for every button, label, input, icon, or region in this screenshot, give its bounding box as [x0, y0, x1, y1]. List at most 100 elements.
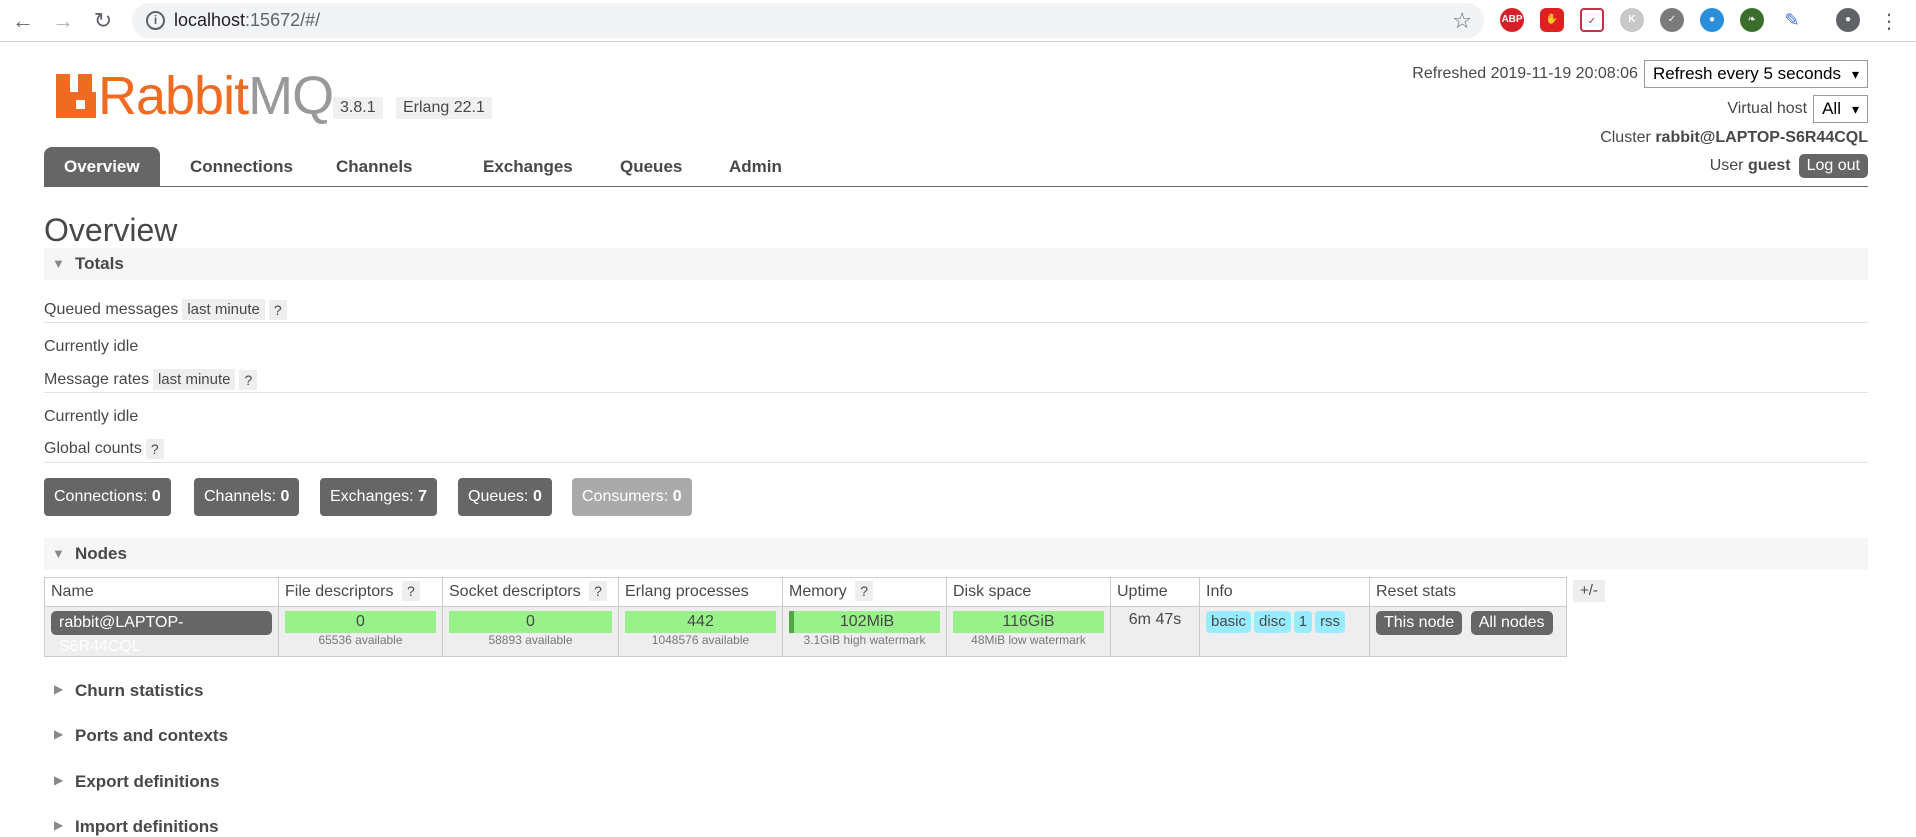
info-tag-count: 1 — [1293, 611, 1313, 633]
global-counts-help-button[interactable]: ? — [145, 439, 164, 459]
collapsed-triangle-icon: ▶ — [54, 727, 64, 741]
rabbitmq-version-badge: 3.8.1 — [333, 97, 383, 119]
tab-channels[interactable]: Channels — [316, 147, 433, 187]
collapsed-triangle-icon: ▶ — [54, 818, 64, 832]
global-counts-label: Global counts — [44, 440, 142, 457]
reset-all-nodes-button[interactable]: All nodes — [1470, 611, 1553, 635]
site-info-icon[interactable]: i — [146, 11, 165, 30]
cluster-label: Cluster — [1600, 129, 1651, 146]
connections-count-button[interactable]: Connections: 0 — [44, 478, 171, 516]
exchanges-count: 7 — [418, 488, 427, 505]
queues-count: 0 — [532, 488, 542, 505]
disk-space-bar: 116GiB — [953, 611, 1104, 633]
main-tabs: Overview Connections Channels Exchanges … — [44, 147, 1868, 187]
reload-icon[interactable]: ↻ — [88, 6, 118, 36]
queued-messages-help-button[interactable]: ? — [268, 299, 287, 320]
exchanges-count-button[interactable]: Exchanges: 7 — [320, 478, 437, 516]
nodes-title: Nodes — [75, 544, 127, 563]
tab-admin[interactable]: Admin — [709, 147, 802, 187]
erlang-version-badge: Erlang 22.1 — [396, 97, 492, 119]
k-extension-icon[interactable]: K — [1620, 8, 1644, 32]
file-descriptors-available: 65536 available — [318, 633, 403, 647]
channels-count: 0 — [280, 488, 290, 505]
nodes-section-header[interactable]: ▼ Nodes — [44, 538, 1868, 570]
tab-connections[interactable]: Connections — [170, 147, 313, 187]
tab-exchanges[interactable]: Exchanges — [463, 147, 593, 187]
message-rates-help-button[interactable]: ? — [239, 369, 258, 390]
rabbitmq-logo[interactable]: RabbitMQ TM — [56, 66, 345, 126]
col-socket-descriptors: Socket descriptors ? — [442, 577, 619, 607]
leaf-extension-icon[interactable]: ❧ — [1740, 8, 1764, 32]
refresh-interval-select[interactable]: Refresh every 5 seconds — [1643, 60, 1868, 88]
divider — [44, 462, 1868, 463]
channels-count-button[interactable]: Channels: 0 — [194, 478, 300, 516]
vhost-select[interactable]: All — [1813, 95, 1868, 123]
disk-space-watermark: 48MiB low watermark — [971, 633, 1086, 647]
expanded-triangle-icon: ▼ — [52, 256, 65, 271]
consumers-count: 0 — [672, 488, 682, 505]
reset-this-node-button[interactable]: This node — [1376, 611, 1463, 635]
tab-overview[interactable]: Overview — [44, 147, 160, 187]
expanded-triangle-icon: ▼ — [52, 546, 65, 561]
info-tag-disc: disc — [1254, 611, 1291, 633]
tab-queues[interactable]: Queues — [600, 147, 702, 187]
back-arrow-icon[interactable]: ← — [8, 6, 38, 36]
vhost-label: Virtual host — [1727, 100, 1808, 117]
bookmark-star-icon[interactable]: ☆ — [1452, 3, 1472, 38]
connections-count: 0 — [151, 488, 161, 505]
cluster-name: rabbit@LAPTOP-S6R44CQL — [1655, 129, 1868, 146]
divider — [44, 322, 1868, 323]
node-name-link[interactable]: rabbit@LAPTOP-S6R44CQL — [51, 611, 272, 655]
cluster-row: Cluster rabbit@LAPTOP-S6R44CQL — [1600, 129, 1868, 147]
memory-watermark: 3.1GiB high watermark — [803, 633, 926, 647]
col-reset-stats: Reset stats — [1369, 577, 1567, 607]
nodes-table-header: Name File descriptors ? Socket descripto… — [44, 577, 1567, 607]
browser-toolbar: ← → ↻ i localhost:15672/#/ ☆ ABP ✋ ✓ K ✓… — [0, 0, 1916, 42]
queued-messages-range-button[interactable]: last minute — [182, 299, 265, 320]
col-erlang-processes: Erlang processes — [618, 577, 783, 607]
edit-extension-icon[interactable]: ✎ — [1780, 8, 1804, 32]
globe-extension-icon[interactable]: ● — [1700, 8, 1724, 32]
info-tag-basic: basic — [1206, 611, 1252, 633]
collapsed-triangle-icon: ▶ — [54, 773, 64, 787]
consumers-count-button[interactable]: Consumers: 0 — [572, 478, 692, 516]
collapsed-triangle-icon: ▶ — [54, 682, 64, 696]
check-extension-icon[interactable]: ✓ — [1660, 8, 1684, 32]
forward-arrow-icon[interactable]: → — [48, 6, 78, 36]
info-tag-rss: rss — [1315, 611, 1346, 633]
message-rates-range-button[interactable]: last minute — [152, 369, 236, 390]
nodes-table: Name File descriptors ? Socket descripto… — [44, 577, 1567, 657]
queued-messages-row: Queued messages last minute ? — [44, 299, 287, 320]
col-file-descriptors: File descriptors ? — [278, 577, 443, 607]
file-descriptors-bar: 0 — [285, 611, 436, 633]
ublock-extension-icon[interactable]: ✋ — [1540, 8, 1564, 32]
socket-descriptors-available: 58893 available — [488, 633, 573, 647]
socket-descriptors-help-button[interactable]: ? — [589, 581, 607, 601]
table-row: rabbit@LAPTOP-S6R44CQL 0 65536 available… — [44, 606, 1567, 657]
memory-bar: 102MiB — [789, 611, 940, 633]
col-info: Info — [1199, 577, 1370, 607]
queued-messages-idle: Currently idle — [44, 338, 139, 355]
page-title: Overview — [44, 212, 178, 248]
divider — [44, 392, 1868, 393]
address-bar[interactable]: i localhost:15672/#/ ☆ — [132, 3, 1484, 38]
menu-kebab-icon[interactable]: ⋮ — [1874, 6, 1904, 36]
queues-count-button[interactable]: Queues: 0 — [458, 478, 552, 516]
pocket-extension-icon[interactable]: ✓ — [1580, 8, 1604, 32]
memory-help-button[interactable]: ? — [855, 581, 874, 601]
rabbitmq-logo-mark — [56, 74, 96, 118]
vhost-row: Virtual host All — [1727, 95, 1868, 123]
message-rates-idle: Currently idle — [44, 408, 139, 425]
adblock-extension-icon[interactable]: ABP — [1500, 8, 1524, 32]
column-toggle-button[interactable]: +/- — [1573, 580, 1605, 602]
totals-title: Totals — [75, 254, 124, 273]
message-rates-row: Message rates last minute ? — [44, 369, 258, 390]
erlang-processes-available: 1048576 available — [651, 633, 750, 647]
account-avatar-icon[interactable]: ● — [1836, 8, 1860, 32]
file-descriptors-help-button[interactable]: ? — [401, 581, 420, 601]
refresh-row: Refreshed 2019-11-19 20:08:06 Refresh ev… — [1412, 60, 1868, 88]
logo-wordmark: RabbitMQ — [98, 66, 334, 126]
socket-descriptors-bar: 0 — [449, 611, 612, 633]
totals-section-header[interactable]: ▼ Totals — [44, 248, 1868, 280]
queued-messages-label: Queued messages — [44, 300, 179, 318]
